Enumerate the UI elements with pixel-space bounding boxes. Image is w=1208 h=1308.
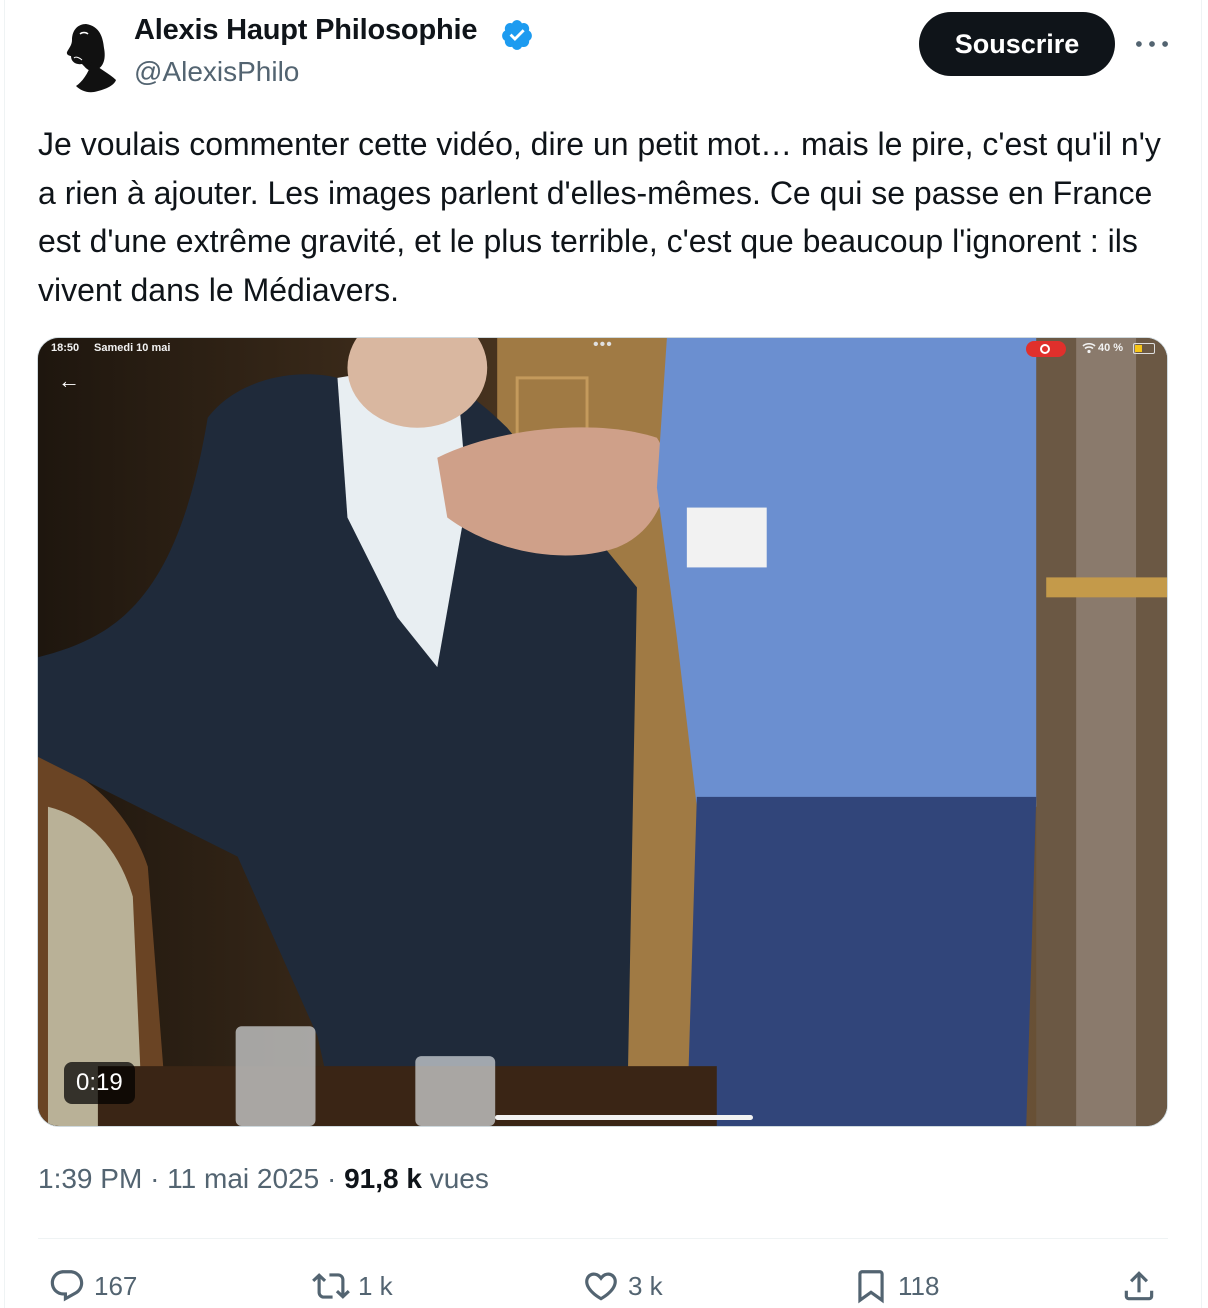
like-button[interactable]: 3 k <box>582 1266 663 1306</box>
repost-count: 1 k <box>358 1270 393 1301</box>
repost-icon <box>312 1273 350 1299</box>
bookmark-icon <box>858 1270 884 1304</box>
bookmark-button[interactable]: 118 <box>852 1266 939 1306</box>
video-frame <box>38 338 1167 1126</box>
tweet-text: Je voulais commenter cette vidéo, dire u… <box>38 126 1161 308</box>
tweet-meta: 1:39 PM · 11 mai 2025 · 91,8 k vues <box>38 1163 489 1195</box>
video-player[interactable]: 18:50 Samedi 10 mai ••• 40 % ← 0:19 <box>37 337 1168 1127</box>
wifi-icon <box>1082 342 1096 354</box>
handle[interactable]: @AlexisPhilo <box>134 56 299 88</box>
views-label: vues <box>429 1163 489 1194</box>
avatar[interactable] <box>56 18 118 94</box>
status-bar-date: Samedi 10 mai <box>94 342 171 354</box>
meta-separator: · <box>150 1163 168 1194</box>
reply-count: 167 <box>94 1270 138 1301</box>
tweet-date[interactable]: 11 mai 2025 <box>167 1163 319 1194</box>
home-indicator <box>495 1115 753 1120</box>
like-count: 3 k <box>628 1270 663 1301</box>
subscribe-button[interactable]: Souscrire <box>919 12 1115 76</box>
meta-separator: · <box>326 1163 345 1194</box>
status-bar-time: 18:50 <box>51 342 80 354</box>
display-name[interactable]: Alexis Haupt Philosophie <box>134 14 477 47</box>
video-duration: 0:19 <box>64 1062 135 1104</box>
recording-indicator-icon <box>1026 341 1066 357</box>
views-count: 91,8 k <box>344 1163 422 1194</box>
tweet-time[interactable]: 1:39 PM <box>38 1163 142 1194</box>
divider <box>38 1238 1168 1239</box>
repost-button[interactable]: 1 k <box>312 1266 393 1306</box>
more-horizontal-icon[interactable] <box>1130 24 1174 64</box>
battery-percent: 40 % <box>1098 342 1124 354</box>
verified-badge-icon[interactable] <box>500 18 534 52</box>
status-dots-icon: ••• <box>593 337 613 353</box>
share-button[interactable] <box>1120 1266 1158 1306</box>
reply-button[interactable]: 167 <box>48 1266 137 1306</box>
reply-icon <box>50 1270 84 1302</box>
heart-icon <box>585 1272 617 1301</box>
bookmark-count: 118 <box>898 1270 940 1301</box>
share-icon <box>1124 1271 1154 1301</box>
battery-icon <box>1133 343 1155 354</box>
back-arrow-icon: ← <box>58 368 80 393</box>
